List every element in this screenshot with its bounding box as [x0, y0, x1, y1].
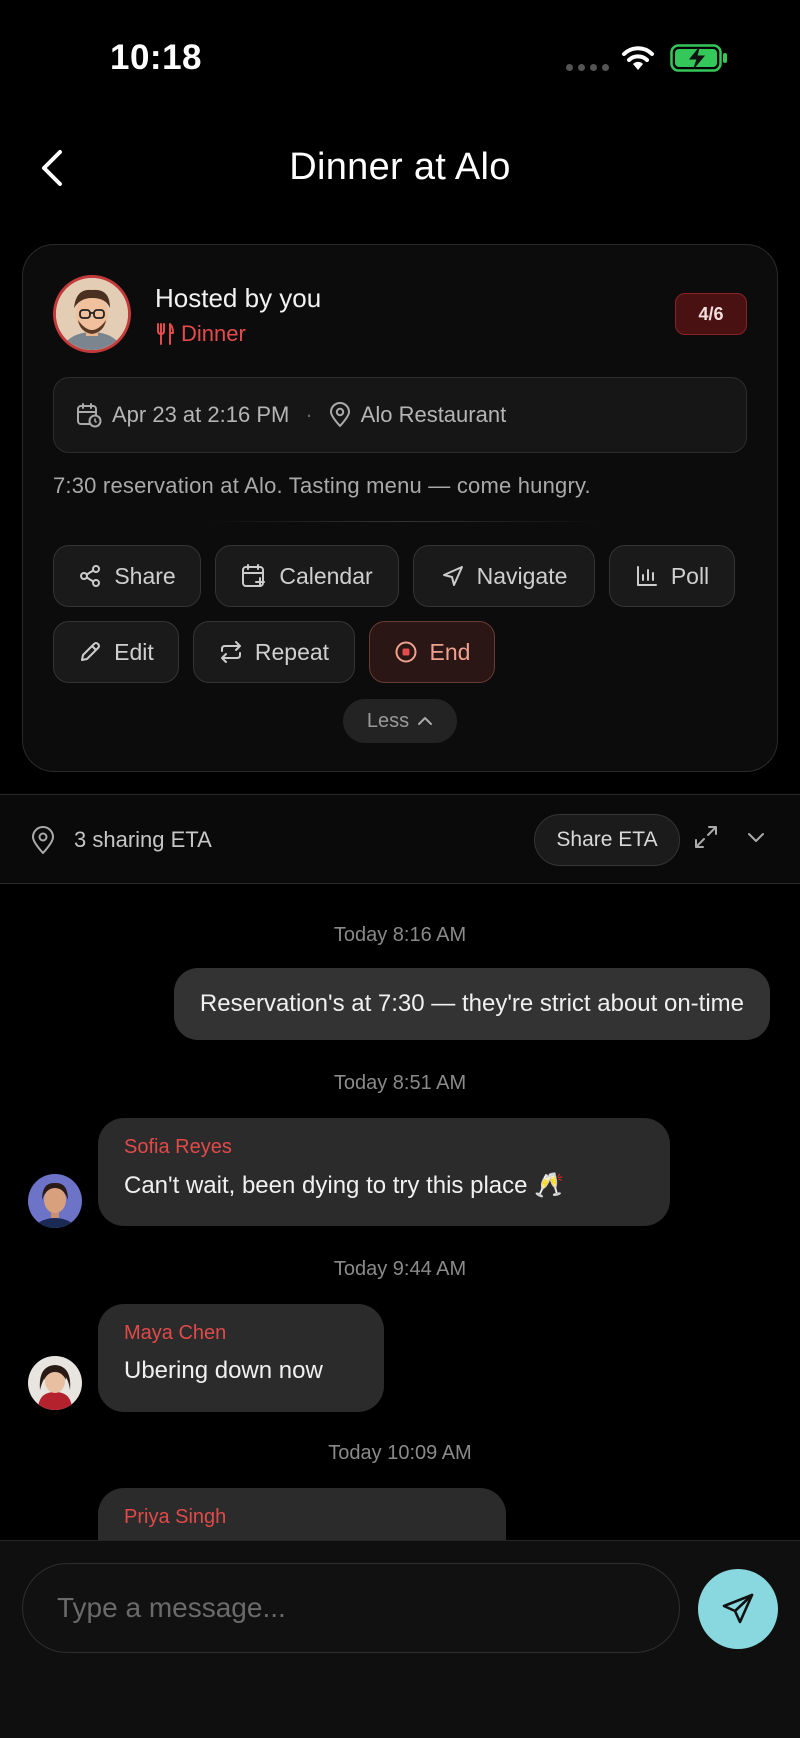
eta-bar: 3 sharing ETA Share ETA: [0, 794, 800, 884]
share-eta-button[interactable]: Share ETA: [534, 814, 680, 866]
poll-button-label: Poll: [670, 562, 710, 589]
event-datetime: Apr 23 at 2:16 PM: [112, 402, 290, 427]
cellular-signal-icon: [566, 64, 609, 71]
message-composer: [0, 1540, 800, 1738]
calendar-clock-icon: [77, 403, 102, 428]
repeat-button[interactable]: Repeat: [193, 621, 355, 683]
host-label: Hosted by you: [155, 283, 322, 313]
avatar-maya-chen[interactable]: [28, 1356, 82, 1410]
page-title: Dinner at Alo: [289, 146, 511, 188]
calendar-plus-icon: [242, 564, 266, 587]
avatar-sofia-reyes[interactable]: [28, 1174, 82, 1228]
bar-chart-icon: [636, 566, 657, 586]
share-icon: [80, 565, 101, 587]
card-divider: [203, 521, 603, 522]
event-category: Dinner: [155, 321, 246, 347]
event-info-box: Apr 23 at 2:16 PM · Alo Restaurant: [53, 377, 747, 453]
share-button-label: Share: [114, 562, 176, 589]
fork-knife-icon: [157, 323, 174, 345]
info-separator: ·: [305, 402, 313, 427]
message-text: Reservation's at 7:30 — they're strict a…: [199, 990, 744, 1017]
message-sender: Priya Singh: [124, 1506, 227, 1528]
message-text: Can't wait, been dying to try this place…: [124, 1172, 565, 1199]
navigation-arrow-icon: [442, 566, 463, 586]
poll-button[interactable]: Poll: [609, 545, 735, 607]
event-card: Hosted by you Dinner 4/6 Apr 23 at 2:16 …: [22, 244, 778, 772]
event-description: 7:30 reservation at Alo. Tasting menu — …: [53, 473, 591, 498]
send-icon: [722, 1593, 754, 1624]
chat-thread[interactable]: Today 8:16 AM Reservation's at 7:30 — th…: [0, 886, 800, 1540]
incoming-message-bubble[interactable]: Maya Chen Ubering down now: [98, 1304, 384, 1412]
message-timestamp: Today 8:51 AM: [333, 1072, 467, 1094]
chevron-down-icon[interactable]: [744, 825, 768, 849]
pencil-icon: [81, 642, 101, 661]
edit-button-label: Edit: [114, 638, 154, 665]
message-sender: Sofia Reyes: [124, 1136, 232, 1158]
repeat-icon: [220, 641, 241, 663]
wifi-icon: [622, 46, 654, 70]
eta-sharing-count: 3 sharing ETA: [74, 827, 212, 852]
end-event-button[interactable]: End: [369, 621, 495, 683]
share-button[interactable]: Share: [53, 545, 201, 607]
status-bar: 10:18: [0, 0, 800, 110]
message-text: Ubering down now: [124, 1357, 323, 1384]
chevron-up-icon: [418, 717, 433, 725]
attendee-count-badge: 4/6: [675, 293, 747, 335]
end-button-label: End: [429, 638, 471, 665]
host-avatar: [53, 275, 131, 353]
calendar-button-label: Calendar: [279, 562, 373, 589]
event-location[interactable]: Alo Restaurant: [361, 402, 507, 428]
status-time: 10:18: [110, 38, 203, 77]
battery-charging-icon: [670, 44, 727, 72]
repeat-button-label: Repeat: [254, 638, 330, 665]
show-less-button[interactable]: Less: [343, 699, 457, 743]
event-category-label: Dinner: [181, 321, 246, 346]
map-pin-icon: [329, 402, 350, 427]
send-button[interactable]: [698, 1569, 778, 1649]
incoming-message-bubble[interactable]: Priya Singh: [98, 1488, 506, 1540]
message-input[interactable]: [22, 1563, 680, 1653]
navigate-button-label: Navigate: [476, 562, 568, 589]
outgoing-message-bubble[interactable]: Reservation's at 7:30 — they're strict a…: [173, 968, 770, 1040]
map-pin-icon: [32, 826, 54, 854]
show-less-label: Less: [366, 709, 410, 732]
message-timestamp: Today 10:09 AM: [328, 1442, 472, 1464]
edit-button[interactable]: Edit: [53, 621, 179, 683]
page-header: Dinner at Alo: [0, 120, 800, 220]
message-timestamp: Today 8:16 AM: [333, 924, 467, 946]
message-timestamp: Today 9:44 AM: [333, 1258, 467, 1280]
stop-circle-icon: [395, 641, 417, 663]
calendar-button[interactable]: Calendar: [215, 545, 399, 607]
expand-icon[interactable]: [692, 823, 720, 851]
navigate-button[interactable]: Navigate: [413, 545, 595, 607]
incoming-message-bubble[interactable]: Sofia Reyes Can't wait, been dying to tr…: [98, 1118, 670, 1226]
message-sender: Maya Chen: [124, 1322, 227, 1344]
